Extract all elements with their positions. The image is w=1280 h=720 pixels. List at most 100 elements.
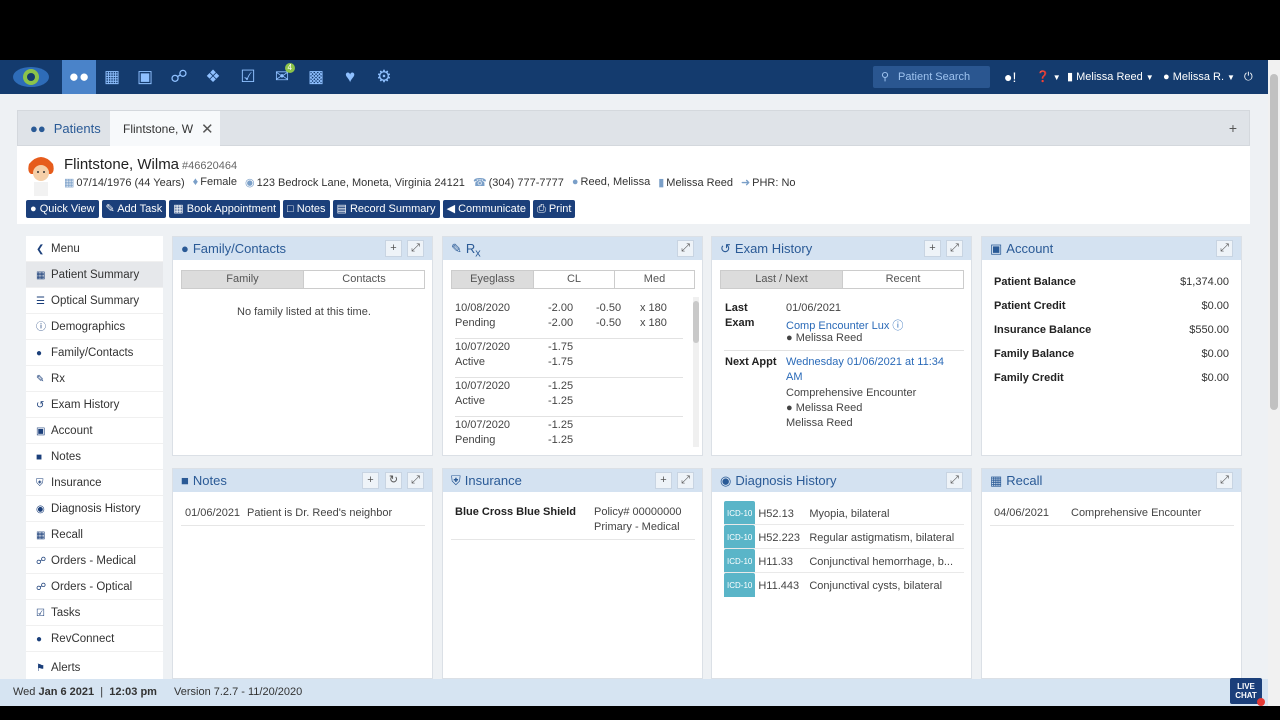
rx-title: R: [465, 241, 476, 256]
sidebar-item-revconnect[interactable]: ● RevConnect: [26, 626, 163, 652]
status-version: Version 7.2.7 - 11/20/2020: [174, 686, 303, 698]
last-exam-type[interactable]: Comp Encounter Lux ⓘ: [786, 317, 903, 333]
tab-contacts[interactable]: Contacts: [304, 271, 424, 288]
live-chat-button[interactable]: LIVE CHAT: [1230, 678, 1265, 706]
rx-row[interactable]: 10/07/2020 Pending -1.25 -1.25: [455, 417, 683, 456]
add-tab-button[interactable]: +: [1223, 118, 1243, 138]
calendar-icon[interactable]: ▦: [95, 60, 129, 94]
print-button[interactable]: ⎙ Print: [532, 200, 576, 218]
sidebar-item-rx[interactable]: ✎ Rx: [26, 366, 163, 392]
billing-icon[interactable]: ▣: [128, 60, 162, 94]
sidebar-item-exam-history[interactable]: ↺ Exam History: [26, 392, 163, 418]
next-appt-when-2[interactable]: AM: [786, 371, 803, 383]
sidebar-item-demographics[interactable]: ⓘ Demographics: [26, 314, 163, 340]
rx-row[interactable]: 10/08/2020 Pending -2.00 -2.00 -0.50 -0.…: [455, 300, 683, 339]
sidebar-item-family-contacts[interactable]: ● Family/Contacts: [26, 340, 163, 366]
sidebar-item-alerts[interactable]: ⚑ Alerts: [26, 655, 163, 681]
rx-row[interactable]: 10/07/2020 Active -1.75 -1.75: [455, 339, 683, 378]
tasks-icon[interactable]: ☑: [231, 60, 265, 94]
close-icon[interactable]: ✕: [201, 120, 214, 138]
expand-icon[interactable]: ⤢: [407, 472, 424, 489]
user-icon: ●: [30, 203, 37, 215]
sidebar-item-orders-medical[interactable]: ☍ Orders - Medical: [26, 548, 163, 574]
record-summary-label: Record Summary: [349, 203, 436, 215]
reports-icon[interactable]: ▩: [299, 60, 333, 94]
tab-last-next[interactable]: Last / Next: [721, 271, 843, 288]
next-appt-when[interactable]: Wednesday 01/06/2021 at 11:34: [786, 356, 944, 368]
user-menu[interactable]: ● Melissa R. ▼: [1163, 60, 1235, 94]
expand-icon[interactable]: ⤢: [677, 472, 694, 489]
scrollbar-thumb[interactable]: [1270, 74, 1278, 410]
health-icon[interactable]: ♥: [333, 60, 367, 94]
add-task-button[interactable]: ✎ Add Task: [101, 200, 167, 218]
sidebar-item-tasks[interactable]: ☑ Tasks: [26, 600, 163, 626]
page-scrollbar[interactable]: [1268, 60, 1280, 706]
sidebar-item-insurance[interactable]: ⛨ Insurance: [26, 470, 163, 496]
book-appointment-button[interactable]: ▦ Book Appointment: [169, 200, 281, 218]
sidebar-item-account[interactable]: ▣ Account: [26, 418, 163, 444]
sidebar-item-menu[interactable]: ❮ Menu: [26, 236, 163, 262]
communicate-button[interactable]: ◀ Communicate: [442, 200, 530, 218]
tab-cl[interactable]: CL: [534, 271, 615, 288]
cubes-icon[interactable]: ❖: [196, 60, 230, 94]
patient-search-input[interactable]: ⚲ Patient Search: [873, 66, 990, 88]
bullhorn-icon: ◀: [446, 203, 456, 215]
tab-recent[interactable]: Recent: [843, 271, 963, 288]
diagnosis-row[interactable]: ICD-10 H11.33 Conjunctival hemorrhage, b..…: [724, 549, 964, 573]
expand-icon[interactable]: ⤢: [1216, 472, 1233, 489]
eye-logo-icon[interactable]: [12, 65, 50, 89]
history-icon: ↺: [720, 241, 731, 256]
tab-patients[interactable]: ●● Patients: [18, 111, 110, 145]
refresh-icon[interactable]: ↻: [385, 472, 402, 489]
diagnosis-row[interactable]: ICD-10 H11.443 Conjunctival cysts, bilater…: [724, 573, 964, 597]
add-family-button[interactable]: +: [385, 240, 402, 257]
add-insurance-button[interactable]: +: [655, 472, 672, 489]
rx-sphere-od: -1.75: [548, 341, 574, 353]
power-icon[interactable]: ⏻: [1244, 60, 1253, 94]
sidebar-item-optical-summary[interactable]: ☰ Optical Summary: [26, 288, 163, 314]
recall-row[interactable]: 04/06/2021 Comprehensive Encounter: [990, 502, 1234, 526]
add-exam-button[interactable]: +: [924, 240, 941, 257]
building-icon: ▮: [1067, 71, 1077, 83]
rx-sphere-od: -1.25: [548, 380, 574, 392]
patients-icon[interactable]: ●●: [62, 60, 96, 94]
diagnosis-row[interactable]: ICD-10 H52.223 Regular astigmatism, bilate…: [724, 525, 964, 549]
sidebar-item-orders-optical[interactable]: ☍ Orders - Optical: [26, 574, 163, 600]
add-note-button[interactable]: +: [362, 472, 379, 489]
cart-icon[interactable]: ☍: [162, 60, 196, 94]
record-summary-button[interactable]: ▤ Record Summary: [332, 200, 440, 218]
expand-icon[interactable]: ⤢: [407, 240, 424, 257]
messages-icon[interactable]: ✉ 4: [265, 60, 299, 94]
status-separator: |: [97, 686, 107, 698]
expand-icon[interactable]: ⤢: [1216, 240, 1233, 257]
settings-icon[interactable]: ⚙: [367, 60, 401, 94]
tab-family[interactable]: Family: [182, 271, 304, 288]
info-circle-icon[interactable]: ⓘ: [892, 320, 903, 332]
expand-icon[interactable]: ⤢: [946, 472, 963, 489]
expand-icon[interactable]: ⤢: [946, 240, 963, 257]
sidebar-item-notes[interactable]: ■ Notes: [26, 444, 163, 470]
diagnosis-row[interactable]: ICD-10 H52.13 Myopia, bilateral: [724, 501, 964, 525]
rx-axis-os: x 180: [640, 317, 667, 329]
rx-scrollbar[interactable]: [693, 297, 699, 447]
quick-view-button[interactable]: ● Quick View: [26, 200, 99, 218]
rx-scrollbar-thumb[interactable]: [693, 301, 699, 343]
quick-view-label: Quick View: [39, 203, 95, 215]
note-row[interactable]: 01/06/2021 Patient is Dr. Reed's neighbo…: [181, 502, 425, 526]
notes-button[interactable]: □ Notes: [283, 200, 330, 218]
patient-group-icon[interactable]: ●!: [1004, 60, 1016, 94]
tab-eyeglass[interactable]: Eyeglass: [452, 271, 534, 288]
rx-title-sub: x: [475, 247, 481, 260]
help-menu[interactable]: ❓ ▼: [1036, 60, 1061, 94]
sidebar-item-label: Patient Summary: [51, 269, 140, 281]
tab-current-patient[interactable]: Flintstone, W ✕: [110, 111, 220, 146]
insurance-row[interactable]: Blue Cross Blue Shield Policy# 00000000 …: [451, 502, 695, 540]
sidebar-item-recall[interactable]: ▦ Recall: [26, 522, 163, 548]
expand-icon[interactable]: ⤢: [677, 240, 694, 257]
sidebar-item-diagnosis-history[interactable]: ◉ Diagnosis History: [26, 496, 163, 522]
tab-med[interactable]: Med: [615, 271, 694, 288]
provider-menu[interactable]: ▮ Melissa Reed ▼: [1067, 60, 1154, 94]
chevron-down-icon: ▼: [1052, 73, 1061, 82]
rx-row[interactable]: 10/07/2020 Active -1.25 -1.25: [455, 378, 683, 417]
sidebar-item-patient-summary[interactable]: ▦ Patient Summary: [26, 262, 163, 288]
